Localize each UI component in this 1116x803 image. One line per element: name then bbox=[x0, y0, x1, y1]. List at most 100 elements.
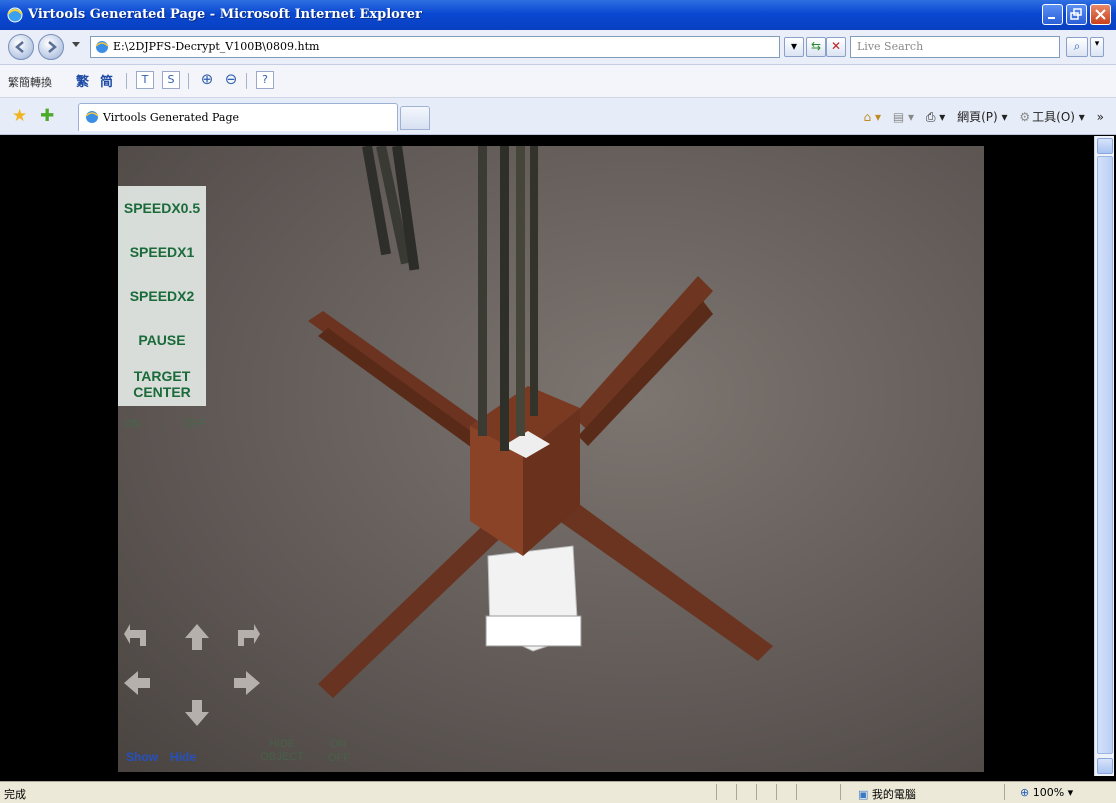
minimize-icon bbox=[1048, 17, 1055, 19]
back-button[interactable] bbox=[8, 34, 34, 60]
zoom-out-icon[interactable]: ⊖ bbox=[222, 71, 240, 89]
hide-object-label: HIDE OBJECT bbox=[260, 738, 304, 763]
content-viewport: SPEEDX0.5 SPEEDX1 SPEEDX2 PAUSE TARGET C… bbox=[8, 136, 1094, 776]
wood-beam bbox=[573, 276, 713, 431]
zone-text: 我的電腦 bbox=[871, 788, 916, 801]
history-dropdown-icon[interactable] bbox=[72, 42, 80, 47]
gear-icon: ⚙ bbox=[1019, 110, 1031, 124]
address-dropdown-button[interactable]: ▾ bbox=[784, 37, 804, 57]
address-field[interactable]: E:\2DJPFS-Decrypt_V100B\0809.htm bbox=[90, 36, 780, 58]
close-button[interactable] bbox=[1090, 4, 1111, 25]
refresh-button[interactable]: ⇆ bbox=[806, 37, 826, 57]
conversion-toolbar: 繁簡轉換 繁 简 T S ⊕ ⊖ ? bbox=[0, 65, 1116, 98]
page-icon bbox=[95, 41, 109, 53]
stop-button[interactable]: ✕ bbox=[826, 37, 846, 57]
object-off-toggle[interactable]: OFF bbox=[328, 752, 350, 764]
status-bar: 完成 ▣ 我的電腦 ⊕ 100% ▾ bbox=[0, 781, 1116, 803]
object-on-toggle[interactable]: ON bbox=[330, 738, 347, 750]
pause-button[interactable]: PAUSE bbox=[118, 318, 206, 362]
simplified-button[interactable]: 简 bbox=[100, 71, 113, 91]
search-input[interactable]: Live Search bbox=[850, 36, 1060, 58]
arrow-left-icon[interactable] bbox=[122, 668, 152, 698]
tools-menu[interactable]: ⚙ 工具(O) ▾ bbox=[1019, 110, 1084, 124]
forward-button[interactable] bbox=[38, 34, 64, 60]
page-menu[interactable]: 網頁(P) ▾ bbox=[957, 110, 1007, 124]
scroll-thumb[interactable] bbox=[1097, 156, 1113, 754]
back-arrow-icon bbox=[15, 41, 24, 53]
trad-page-icon[interactable]: T bbox=[136, 71, 154, 89]
title-bar: Virtools Generated Page - Microsoft Inte… bbox=[0, 0, 1116, 30]
arrow-up-icon[interactable] bbox=[182, 622, 212, 652]
restore-button[interactable] bbox=[1066, 4, 1087, 25]
speed-x1-button[interactable]: SPEEDX1 bbox=[118, 230, 206, 274]
zoom-in-icon[interactable]: ⊕ bbox=[198, 71, 216, 89]
separator bbox=[188, 73, 189, 89]
scroll-down-button[interactable] bbox=[1097, 758, 1113, 774]
computer-icon: ▣ bbox=[858, 788, 869, 801]
column-footing bbox=[485, 615, 582, 647]
home-icon[interactable]: ⌂ ▾ bbox=[864, 110, 881, 124]
dropdown-icon: ▾ bbox=[790, 39, 798, 53]
window-title: Virtools Generated Page - Microsoft Inte… bbox=[28, 7, 422, 22]
rotate-right-icon[interactable] bbox=[232, 622, 262, 652]
forward-arrow-icon bbox=[48, 41, 57, 53]
separator bbox=[246, 73, 247, 89]
zoom-control[interactable]: ⊕ 100% ▾ bbox=[1020, 786, 1073, 799]
zoom-icon: ⊕ bbox=[1020, 786, 1030, 799]
more-tools-icon[interactable]: » bbox=[1097, 110, 1104, 124]
chevron-down-icon: ▾ bbox=[1094, 39, 1100, 49]
scroll-up-button[interactable] bbox=[1097, 138, 1113, 154]
virtools-3d-scene[interactable]: SPEEDX0.5 SPEEDX1 SPEEDX2 PAUSE TARGET C… bbox=[118, 146, 984, 772]
speed-x2-button[interactable]: SPEEDX2 bbox=[118, 274, 206, 318]
page-icon bbox=[85, 111, 99, 123]
ie-logo-icon bbox=[7, 7, 23, 23]
wood-beam bbox=[578, 301, 713, 446]
search-icon: ⌕ bbox=[1073, 39, 1081, 53]
status-cell bbox=[776, 784, 796, 800]
hide-button[interactable]: Hide bbox=[170, 750, 196, 764]
page-menu-label: 網頁(P) bbox=[957, 110, 998, 124]
feeds-icon[interactable]: ▤ ▾ bbox=[893, 110, 914, 124]
search-options-button[interactable]: ▾ bbox=[1090, 37, 1104, 57]
on-toggle[interactable]: ON bbox=[124, 418, 141, 430]
simp-page-icon[interactable]: S bbox=[162, 71, 180, 89]
tools-menu-label: 工具(O) bbox=[1032, 110, 1075, 124]
rebar-rod bbox=[530, 146, 538, 416]
new-tab-button[interactable] bbox=[400, 106, 430, 130]
status-cell bbox=[736, 784, 756, 800]
command-bar: ⌂ ▾ ▤ ▾ ⎙ ▾ 網頁(P) ▾ ⚙ 工具(O) ▾ » bbox=[856, 108, 1104, 125]
status-cell bbox=[716, 784, 736, 800]
show-button[interactable]: Show bbox=[126, 750, 158, 764]
speed-x0.5-button[interactable]: SPEEDX0.5 bbox=[118, 186, 206, 230]
refresh-icon: ⇆ bbox=[810, 39, 822, 53]
print-icon[interactable]: ⎙ ▾ bbox=[926, 110, 945, 124]
address-toolbar: E:\2DJPFS-Decrypt_V100B\0809.htm ▾ ⇆ ✕ L… bbox=[0, 30, 1116, 65]
search-placeholder: Live Search bbox=[857, 40, 924, 53]
rebar-rod bbox=[516, 146, 525, 436]
arrow-right-icon[interactable] bbox=[232, 668, 262, 698]
separator bbox=[126, 73, 127, 89]
search-button[interactable]: ⌕ bbox=[1066, 37, 1088, 57]
speed-menu: SPEEDX0.5 SPEEDX1 SPEEDX2 PAUSE TARGET C… bbox=[118, 186, 206, 406]
tab-bar: ★ ✚ Virtools Generated Page ⌂ ▾ ▤ ▾ ⎙ ▾ … bbox=[0, 98, 1116, 135]
vertical-scrollbar[interactable] bbox=[1094, 136, 1114, 776]
favorites-star-icon[interactable]: ★ bbox=[12, 106, 27, 126]
restore-icon bbox=[1070, 8, 1082, 20]
rotate-left-icon[interactable] bbox=[122, 622, 152, 652]
status-text: 完成 bbox=[4, 788, 26, 801]
close-icon bbox=[1095, 9, 1106, 20]
rebar-rod bbox=[500, 146, 509, 451]
minimize-button[interactable] bbox=[1042, 4, 1063, 25]
tab-active[interactable]: Virtools Generated Page bbox=[78, 103, 398, 131]
wood-beam bbox=[318, 511, 513, 698]
target-center-button[interactable]: TARGET CENTER bbox=[118, 362, 206, 406]
address-url: E:\2DJPFS-Decrypt_V100B\0809.htm bbox=[113, 40, 320, 53]
zoom-level: 100% bbox=[1032, 786, 1065, 799]
status-cell bbox=[796, 784, 836, 800]
zone-label: ▣ 我的電腦 bbox=[858, 786, 916, 802]
traditional-button[interactable]: 繁 bbox=[76, 71, 89, 91]
off-toggle[interactable]: OFF bbox=[184, 418, 206, 430]
arrow-down-icon[interactable] bbox=[182, 698, 212, 728]
help-icon[interactable]: ? bbox=[256, 71, 274, 89]
add-favorite-icon[interactable]: ✚ bbox=[40, 106, 54, 126]
